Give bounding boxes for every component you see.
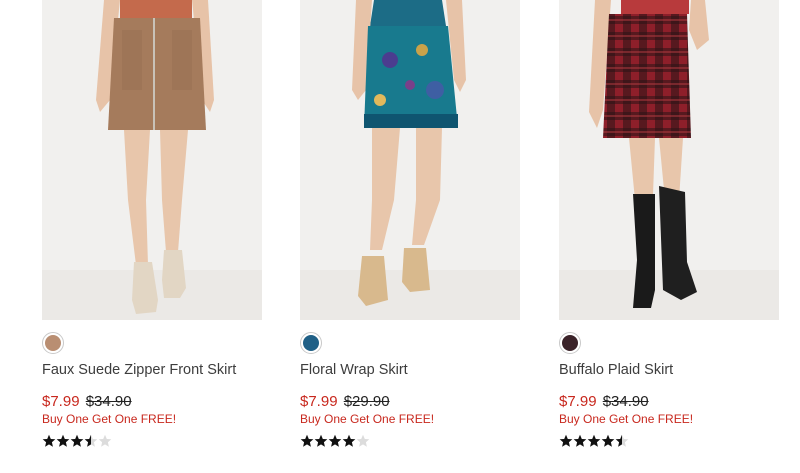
- star-icon: [615, 434, 629, 447]
- price-row: $7.99 $34.90: [559, 393, 649, 410]
- star-icon: [342, 434, 356, 447]
- star-icon: [314, 434, 328, 447]
- promo-text[interactable]: Buy One Get One FREE!: [559, 412, 693, 426]
- product-name-link[interactable]: Faux Suede Zipper Front Skirt: [42, 362, 236, 378]
- star-icon: [573, 434, 587, 447]
- swatch-dot: [303, 335, 319, 351]
- original-price: $34.90: [85, 393, 132, 410]
- swatch-dot: [562, 335, 578, 351]
- price-row: $7.99 $34.90: [42, 393, 132, 410]
- product-name[interactable]: Buffalo Plaid Skirt: [559, 362, 673, 378]
- star-icon: [559, 434, 573, 447]
- product-photo-floral-wrap-skirt: [300, 0, 520, 320]
- price-row: $7.99 $29.90: [300, 393, 390, 410]
- product-name[interactable]: Floral Wrap Skirt: [300, 362, 408, 378]
- star-rating: [42, 434, 112, 448]
- star-icon: [328, 434, 342, 447]
- sale-price: $7.99: [300, 393, 338, 410]
- star-icon: [70, 434, 84, 447]
- promo-text[interactable]: Buy One Get One FREE!: [300, 412, 434, 426]
- star-icon: [42, 434, 56, 447]
- product-image[interactable]: [300, 0, 520, 320]
- star-icon: [300, 434, 314, 447]
- star-icon: [356, 434, 370, 447]
- star-icon: [587, 434, 601, 447]
- promo-text[interactable]: Buy One Get One FREE!: [42, 412, 176, 426]
- sale-price: $7.99: [42, 393, 80, 410]
- product-card[interactable]: Buffalo Plaid Skirt $7.99 $34.90 Buy One…: [559, 0, 779, 447]
- star-icon: [601, 434, 615, 447]
- star-rating: [559, 434, 629, 448]
- color-swatch[interactable]: [42, 332, 64, 354]
- star-icon: [56, 434, 70, 447]
- product-name-link[interactable]: Floral Wrap Skirt: [300, 362, 408, 378]
- sale-price: $7.99: [559, 393, 597, 410]
- product-card[interactable]: Floral Wrap Skirt $7.99 $29.90 Buy One G…: [300, 0, 520, 447]
- swatch-dot: [45, 335, 61, 351]
- star-rating: [300, 434, 370, 448]
- product-image[interactable]: [559, 0, 779, 320]
- product-card[interactable]: Faux Suede Zipper Front Skirt $7.99 $34.…: [42, 0, 262, 447]
- color-swatch[interactable]: [300, 332, 322, 354]
- original-price: $29.90: [343, 393, 390, 410]
- star-icon: [84, 434, 98, 447]
- product-name-link[interactable]: Buffalo Plaid Skirt: [559, 362, 673, 378]
- product-name[interactable]: Faux Suede Zipper Front Skirt: [42, 362, 236, 378]
- original-price: $34.90: [602, 393, 649, 410]
- product-image[interactable]: [42, 0, 262, 320]
- color-swatch[interactable]: [559, 332, 581, 354]
- product-photo-buffalo-plaid-skirt: [559, 0, 779, 320]
- star-icon: [98, 434, 112, 447]
- product-photo-faux-suede-skirt: [42, 0, 262, 320]
